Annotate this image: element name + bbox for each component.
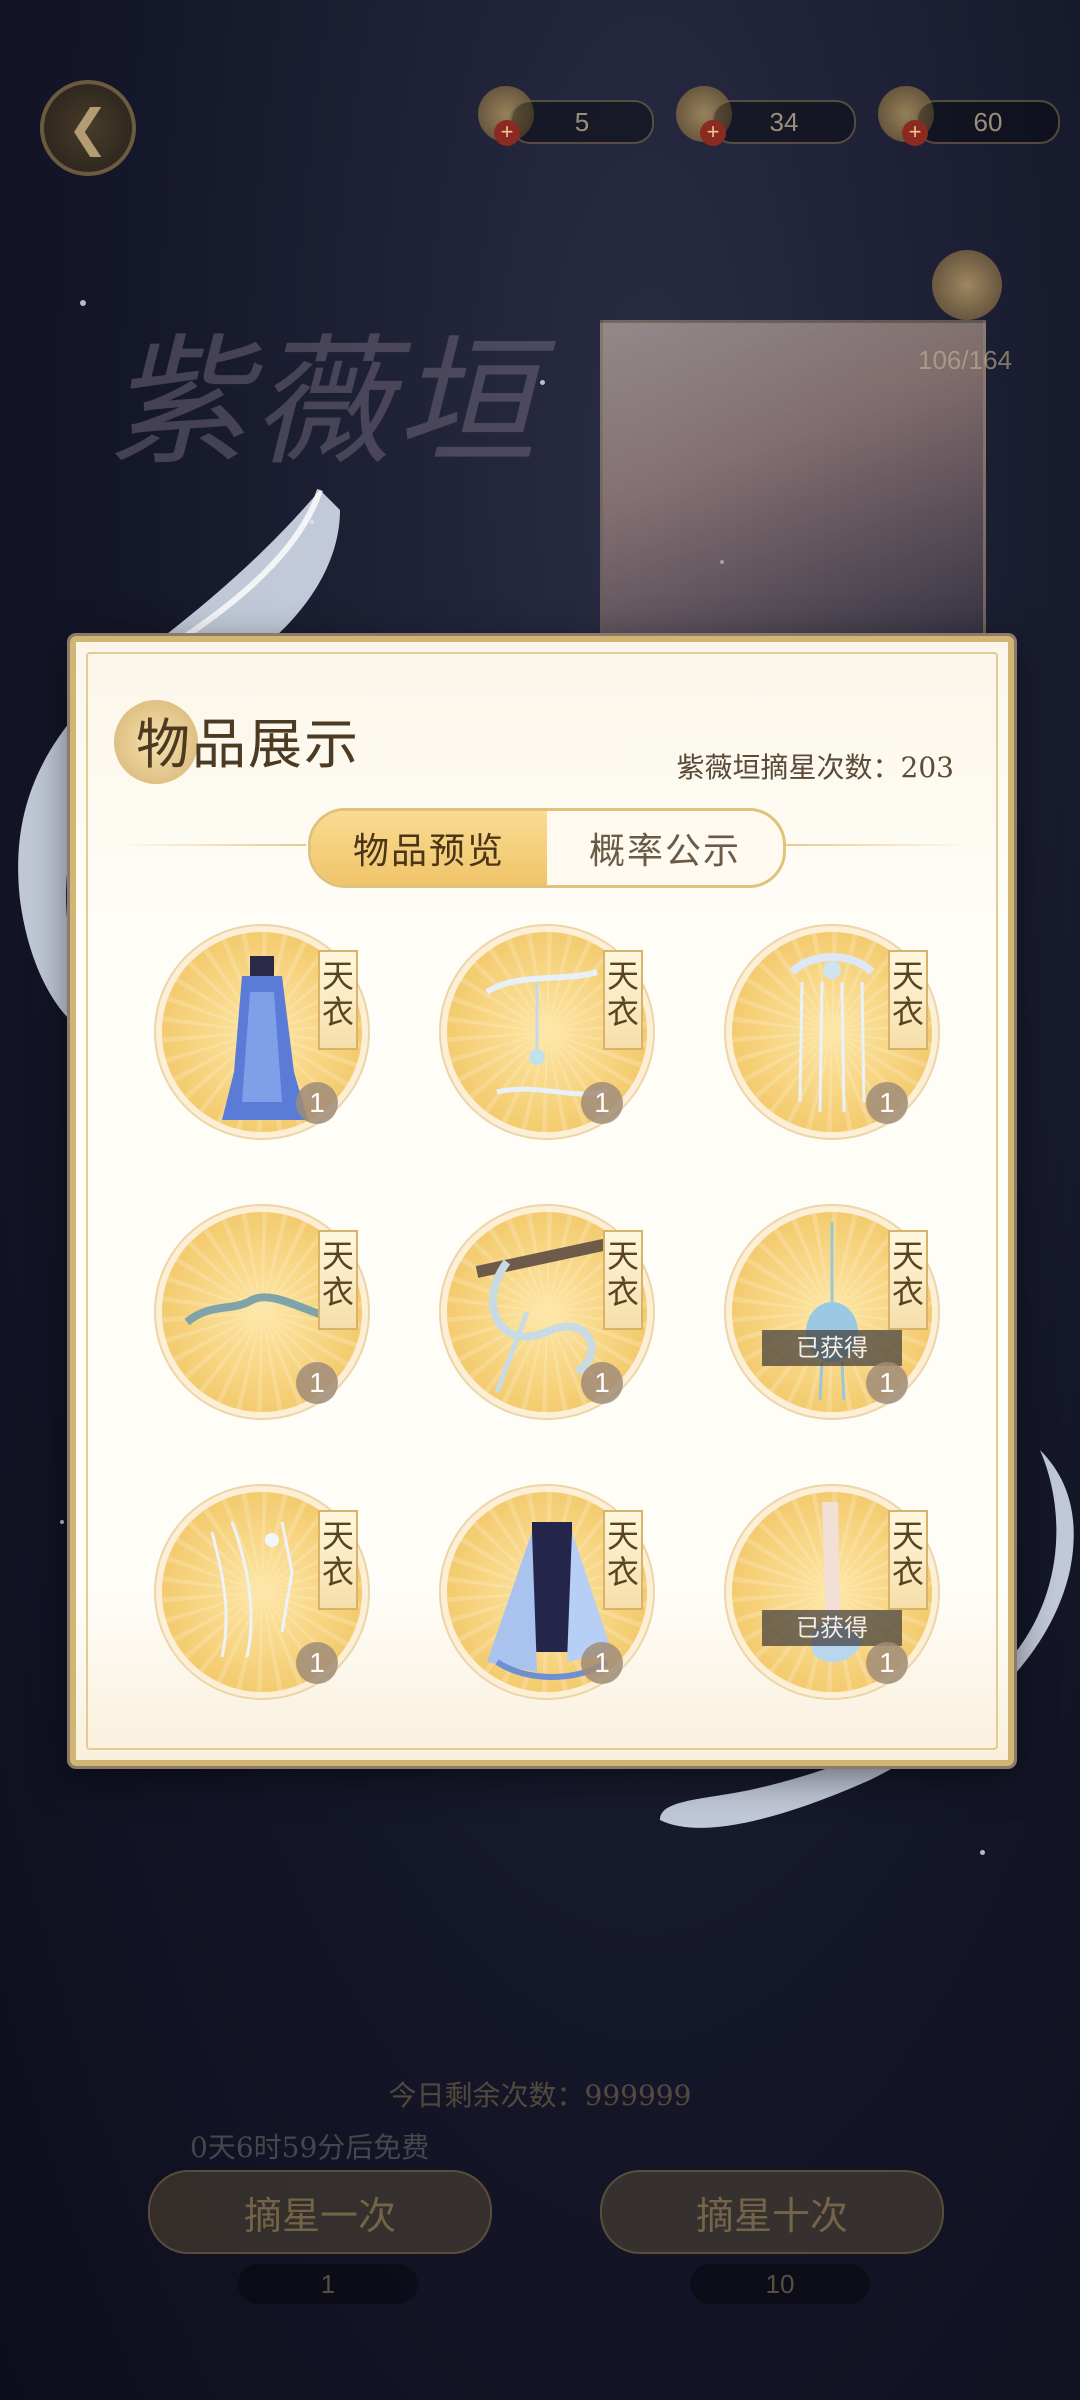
item-quantity: 1 — [296, 1642, 338, 1684]
pool-title: 紫薇垣 — [108, 322, 541, 485]
tab-item-preview[interactable]: 物品预览 — [311, 811, 547, 885]
moon-icon — [932, 250, 1002, 320]
coin-counter: 34 — [712, 100, 856, 144]
item-slot-2[interactable]: 天衣 1 — [447, 932, 647, 1132]
item-slot-1[interactable]: 天衣 1 — [162, 932, 362, 1132]
item-quantity: 1 — [581, 1642, 623, 1684]
item-quantity: 1 — [581, 1362, 623, 1404]
item-tag: 天衣 — [888, 950, 928, 1050]
item-slot-7[interactable]: 天衣 1 — [162, 1492, 362, 1692]
back-button[interactable]: ❮ — [40, 80, 136, 176]
add-coin-button[interactable]: + — [700, 120, 726, 146]
item-tag: 天衣 — [603, 1230, 643, 1330]
item-quantity: 1 — [296, 1082, 338, 1124]
item-slot-4[interactable]: 天衣 1 — [162, 1212, 362, 1412]
item-slot-8[interactable]: 天衣 1 — [447, 1492, 647, 1692]
draw-count-label: 紫薇垣摘星次数：203 — [676, 751, 954, 784]
item-tag: 天衣 — [888, 1510, 928, 1610]
draw-once-button[interactable]: 摘星一次 — [148, 2170, 492, 2254]
hair-strands-icon — [210, 1521, 294, 1658]
item-tag: 天衣 — [318, 950, 358, 1050]
item-quantity: 1 — [866, 1362, 908, 1404]
ticket-counter: 5 — [510, 100, 654, 144]
obtained-badge: 已获得 — [762, 1610, 902, 1646]
item-quantity: 1 — [296, 1362, 338, 1404]
draw-ten-cost: 10 — [690, 2264, 870, 2304]
item-tag: 天衣 — [888, 1230, 928, 1330]
item-slot-3[interactable]: 天衣 1 — [732, 932, 932, 1132]
obtained-badge: 已获得 — [762, 1330, 902, 1366]
add-pearl-button[interactable]: + — [902, 120, 928, 146]
item-slot-9[interactable]: 已获得 天衣 1 — [732, 1492, 932, 1692]
item-quantity: 1 — [581, 1082, 623, 1124]
collection-progress: 106/164 — [918, 345, 1012, 375]
item-tag: 天衣 — [603, 950, 643, 1050]
pearl-counter: 60 — [916, 100, 1060, 144]
tab-bar: 物品预览 概率公示 — [308, 808, 786, 888]
back-arrow-icon: ❮ — [67, 99, 109, 157]
item-tag: 天衣 — [318, 1230, 358, 1330]
item-slot-5[interactable]: 天衣 1 — [447, 1212, 647, 1412]
tab-divider-right — [782, 844, 972, 846]
item-tag: 天衣 — [318, 1510, 358, 1610]
tab-probability[interactable]: 概率公示 — [547, 811, 783, 885]
item-quantity: 1 — [866, 1082, 908, 1124]
item-tag: 天衣 — [603, 1510, 643, 1610]
modal-title: 物品展示 — [136, 713, 360, 776]
remaining-draws: 今日剩余次数：999999 — [388, 2079, 692, 2112]
item-slot-6[interactable]: 已获得 天衣 1 — [732, 1212, 932, 1412]
draw-once-cost: 1 — [238, 2264, 418, 2304]
item-display-modal: 物品展示 紫薇垣摘星次数：203 物品预览 概率公示 天衣 1 天衣 1 天衣 … — [70, 636, 1014, 1766]
free-timer: 0天6时59分后免费 — [190, 2131, 430, 2164]
item-quantity: 1 — [866, 1642, 908, 1684]
draw-ten-button[interactable]: 摘星十次 — [600, 2170, 944, 2254]
pendant-icon — [806, 1222, 858, 1401]
add-ticket-button[interactable]: + — [494, 120, 520, 146]
tab-divider-left — [116, 844, 306, 846]
